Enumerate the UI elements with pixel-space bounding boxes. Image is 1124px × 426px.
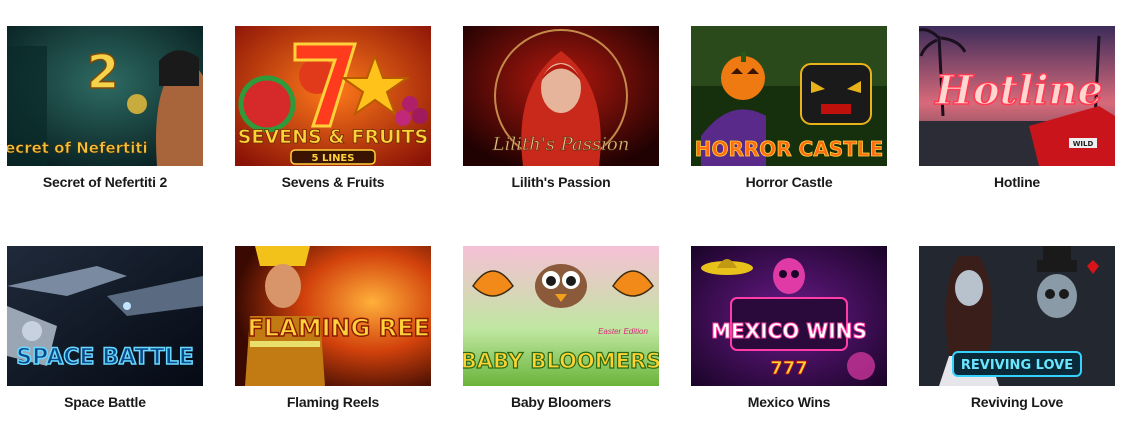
art-plate: WILD [1073, 140, 1094, 148]
game-tile-horror-castle[interactable]: HORROR CASTLE Horror Castle [691, 26, 887, 190]
art-logo: SEVENS & FRUITS [238, 126, 428, 148]
game-tile-space-battle[interactable]: SPACE BATTLE Space Battle [7, 246, 203, 410]
game-title[interactable]: Lilith's Passion [443, 174, 679, 190]
game-art: MEXICO WINS 777 [691, 246, 887, 386]
game-title[interactable]: Baby Bloomers [443, 394, 679, 410]
art-logo: SPACE BATTLE [16, 345, 193, 370]
art-logo: FLAMING REELS [247, 314, 431, 342]
game-tile-liliths-passion[interactable]: Lilith's Passion Lilith's Passion [463, 26, 659, 190]
game-thumbnail[interactable]: Lilith's Passion [463, 26, 659, 166]
game-thumbnail[interactable]: 2 Secret of Nefertiti [7, 26, 203, 166]
game-thumbnail[interactable]: SEVENS & FRUITS 5 LINES [235, 26, 431, 166]
art-logo: MEXICO WINS [711, 319, 867, 343]
game-thumbnail[interactable]: HORROR CASTLE [691, 26, 887, 166]
art-logo: Hotline [934, 67, 1103, 114]
art-subtitle: Easter Edition [598, 327, 648, 336]
art-logo: HORROR CASTLE [695, 137, 884, 161]
art-logo: REVIVING LOVE [961, 358, 1073, 373]
art-logo: Secret of Nefertiti [7, 139, 148, 157]
game-title[interactable]: Horror Castle [671, 174, 907, 190]
game-art: REVIVING LOVE [919, 246, 1115, 386]
game-thumbnail[interactable]: MEXICO WINS 777 [691, 246, 887, 386]
art-subtitle: 5 LINES [312, 153, 355, 164]
game-art: WILD Hotline [919, 26, 1115, 166]
game-tile-hotline[interactable]: WILD Hotline Hotline [919, 26, 1115, 190]
game-art: HORROR CASTLE [691, 26, 887, 166]
game-thumbnail[interactable]: REVIVING LOVE [919, 246, 1115, 386]
art-logo: Lilith's Passion [492, 134, 630, 155]
game-title[interactable]: Secret of Nefertiti 2 [0, 174, 223, 190]
game-art: Lilith's Passion [463, 26, 659, 166]
game-thumbnail[interactable]: BABY BLOOMERS Easter Edition [463, 246, 659, 386]
game-art: 2 Secret of Nefertiti [7, 26, 203, 166]
game-title[interactable]: Mexico Wins [671, 394, 907, 410]
game-tile-baby-bloomers[interactable]: BABY BLOOMERS Easter Edition Baby Bloome… [463, 246, 659, 410]
games-row-2: SPACE BATTLE Space Battle FLAMING REE Fl… [7, 246, 1117, 426]
game-tile-sevens-and-fruits[interactable]: SEVENS & FRUITS 5 LINES Sevens & Fruits [235, 26, 431, 190]
game-thumbnail[interactable]: FLAMING REELS [235, 246, 431, 386]
game-title[interactable]: Flaming Reels [215, 394, 451, 410]
game-art: BABY BLOOMERS Easter Edition [463, 246, 659, 386]
game-tile-secret-of-nefertiti-2[interactable]: 2 Secret of Nefertiti Secret of Nefertit… [7, 26, 203, 190]
game-tile-reviving-love[interactable]: REVIVING LOVE Reviving Love [919, 246, 1115, 410]
game-thumbnail[interactable]: SPACE BATTLE [7, 246, 203, 386]
game-title[interactable]: Reviving Love [899, 394, 1124, 410]
art-subtitle: 777 [770, 358, 808, 379]
game-title[interactable]: Space Battle [0, 394, 223, 410]
game-art: SEVENS & FRUITS 5 LINES [235, 26, 431, 166]
art-logo: BABY BLOOMERS [463, 349, 659, 373]
game-thumbnail[interactable]: WILD Hotline [919, 26, 1115, 166]
game-tile-mexico-wins[interactable]: MEXICO WINS 777 Mexico Wins [691, 246, 887, 410]
art-badge: 2 [87, 45, 119, 99]
game-art: SPACE BATTLE [7, 246, 203, 386]
game-tile-flaming-reels[interactable]: FLAMING REELS Flaming Reels [235, 246, 431, 410]
game-title[interactable]: Sevens & Fruits [215, 174, 451, 190]
game-title[interactable]: Hotline [899, 174, 1124, 190]
game-art: FLAMING REELS [235, 246, 431, 386]
games-row-1: 2 Secret of Nefertiti Secret of Nefertit… [7, 26, 1117, 206]
